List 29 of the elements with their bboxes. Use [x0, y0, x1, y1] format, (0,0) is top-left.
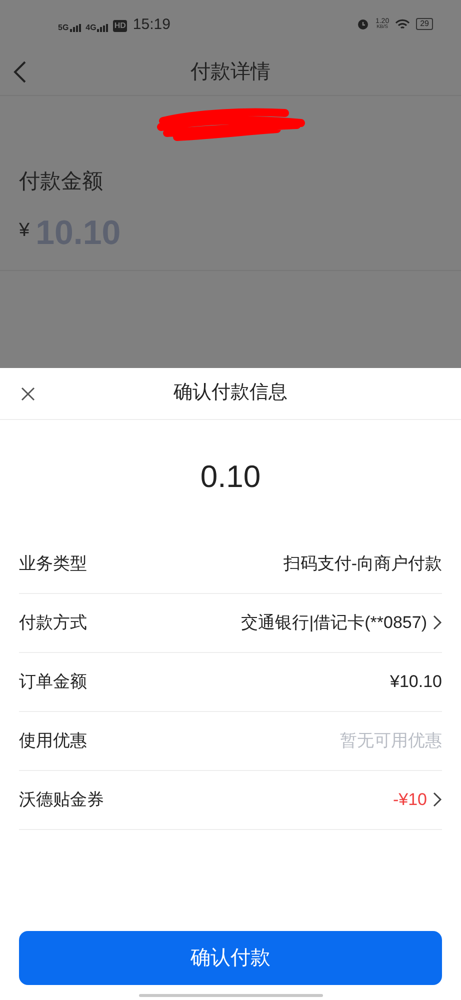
- confirm-amount: 0.10: [200, 458, 261, 496]
- back-icon[interactable]: [13, 60, 27, 84]
- alarm-icon: [357, 18, 370, 30]
- signal-icon: [70, 24, 82, 32]
- clock: 15:19: [132, 16, 170, 32]
- row-label: 沃德贴金券: [19, 788, 104, 811]
- row-value: 暂无可用优惠: [340, 730, 442, 752]
- confirm-button[interactable]: 确认付款: [19, 931, 442, 985]
- amount-label: 付款金额: [19, 169, 104, 195]
- hd-label: HD: [113, 20, 127, 32]
- network-label: 5G: [58, 24, 69, 32]
- row-label: 使用优惠: [19, 730, 87, 752]
- page-title: 付款详情: [190, 60, 270, 84]
- row-label: 订单金额: [19, 670, 87, 693]
- row-value: 交通银行|借记卡(**0857): [241, 612, 427, 634]
- chevron-icon[interactable]: [433, 615, 442, 630]
- signal-icon: [97, 24, 110, 32]
- wifi-icon: [395, 18, 410, 30]
- currency-symbol: ¥: [19, 219, 30, 243]
- row-value: ¥10.10: [390, 670, 442, 693]
- chevron-icon[interactable]: [433, 792, 442, 807]
- row-value: -¥10: [392, 788, 427, 811]
- row-label: 付款方式: [19, 612, 87, 634]
- sheet-title: 确认付款信息: [174, 381, 288, 406]
- battery-indicator: 29: [416, 18, 433, 30]
- network-label: 4G: [86, 24, 96, 32]
- close-icon[interactable]: [20, 386, 36, 402]
- row-label: 业务类型: [19, 552, 87, 575]
- row-value: 扫码支付-向商户付款: [283, 552, 442, 575]
